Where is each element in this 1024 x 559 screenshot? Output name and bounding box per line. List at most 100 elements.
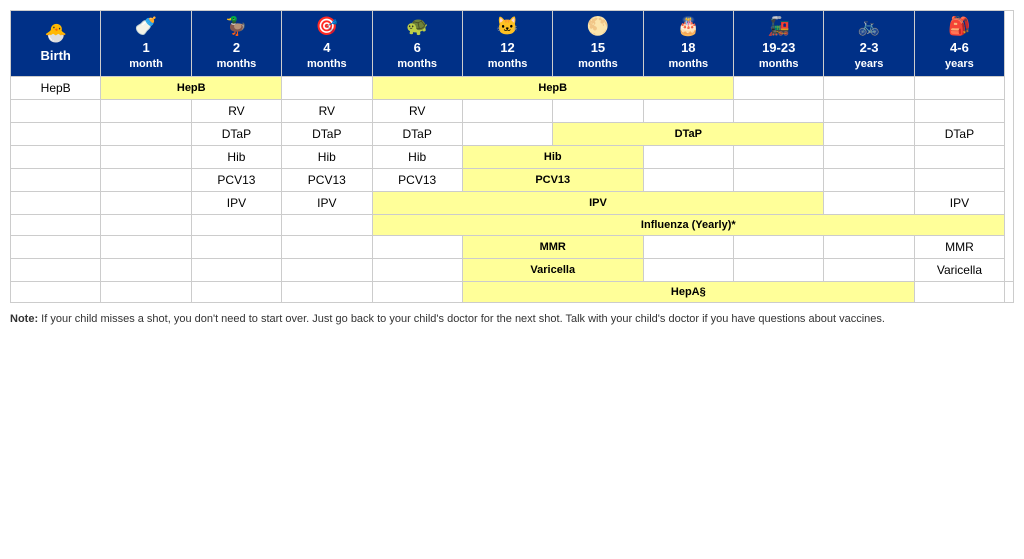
note-section: Note: If your child misses a shot, you d… [10, 311, 1014, 328]
vaccine-empty-cell [734, 168, 824, 191]
vaccine-empty-cell [734, 145, 824, 168]
header-cell-46yr: 🎒4-6years [914, 11, 1004, 77]
vaccine-yellow-cell: Hib [462, 145, 643, 168]
vaccine-empty-cell [824, 235, 914, 258]
table-row: HepBHepBHepB [11, 76, 1014, 99]
table-row: RVRVRV [11, 99, 1014, 122]
vaccine-name-cell [11, 145, 101, 168]
header-cell-23yr: 🚲2-3years [824, 11, 914, 77]
vaccine-empty-cell [643, 235, 733, 258]
vaccine-empty-cell [824, 191, 914, 214]
vaccine-empty-cell [282, 258, 372, 281]
header-cell-15mo: 🌕15months [553, 11, 643, 77]
vaccine-plain-cell: DTaP [282, 122, 372, 145]
header-cell-18mo: 🎂18months [643, 11, 733, 77]
vaccine-empty-cell [372, 235, 462, 258]
table-row: Influenza (Yearly)* [11, 214, 1014, 235]
header-cell-2mo: 🦆2months [191, 11, 281, 77]
vaccine-plain-cell: RV [282, 99, 372, 122]
vaccine-empty-cell [914, 99, 1004, 122]
header-cell-1mo: 🍼1month [101, 11, 191, 77]
vaccine-yellow-cell: HepB [101, 76, 282, 99]
vaccine-empty-cell [1005, 281, 1014, 302]
vaccine-plain-cell: IPV [282, 191, 372, 214]
vaccine-empty-cell [643, 145, 733, 168]
vaccine-empty-cell [282, 76, 372, 99]
vaccine-plain-cell: DTaP [191, 122, 281, 145]
vaccine-empty-cell [372, 258, 462, 281]
vaccine-empty-cell [191, 258, 281, 281]
vaccine-empty-cell [101, 235, 191, 258]
vaccine-yellow-cell: Varicella [462, 258, 643, 281]
vaccine-empty-cell [191, 214, 281, 235]
table-row: HepA§ [11, 281, 1014, 302]
vaccine-name-cell [11, 122, 101, 145]
vaccine-plain-cell: Hib [372, 145, 462, 168]
vaccine-empty-cell [914, 145, 1004, 168]
vaccine-plain-cell: Varicella [914, 258, 1004, 281]
vaccine-empty-cell [101, 168, 191, 191]
vaccine-name-cell [11, 191, 101, 214]
vaccine-name-cell [11, 99, 101, 122]
vaccine-plain-cell: PCV13 [282, 168, 372, 191]
vaccine-yellow-cell: HepA§ [462, 281, 914, 302]
vaccine-empty-cell [462, 122, 552, 145]
vaccine-empty-cell [282, 214, 372, 235]
vaccine-empty-cell [643, 99, 733, 122]
vaccine-empty-cell [101, 122, 191, 145]
table-row: DTaPDTaPDTaPDTaPDTaP [11, 122, 1014, 145]
vaccine-plain-cell: Hib [191, 145, 281, 168]
vaccine-empty-cell [824, 76, 914, 99]
vaccine-empty-cell [734, 235, 824, 258]
vaccine-plain-cell: IPV [191, 191, 281, 214]
header-cell-12mo: 🐱12months [462, 11, 552, 77]
vaccine-empty-cell [101, 191, 191, 214]
vaccine-empty-cell [734, 99, 824, 122]
vaccine-empty-cell [191, 235, 281, 258]
vaccine-empty-cell [191, 281, 281, 302]
vaccine-empty-cell [824, 168, 914, 191]
vaccine-yellow-cell: Influenza (Yearly)* [372, 214, 1005, 235]
vaccine-plain-cell: RV [191, 99, 281, 122]
vaccine-name-cell [11, 235, 101, 258]
vaccine-name-cell: HepB [11, 76, 101, 99]
vaccine-plain-cell: RV [372, 99, 462, 122]
vaccine-yellow-cell: DTaP [553, 122, 824, 145]
header-cell-6mo: 🐢6months [372, 11, 462, 77]
vaccine-empty-cell [824, 258, 914, 281]
vaccine-empty-cell [101, 281, 191, 302]
vaccine-empty-cell [914, 76, 1004, 99]
vaccine-empty-cell [914, 281, 1004, 302]
header-cell-1923mo: 🚂19-23months [734, 11, 824, 77]
vaccine-empty-cell [643, 168, 733, 191]
vaccine-plain-cell: PCV13 [191, 168, 281, 191]
table-row: IPVIPVIPVIPV [11, 191, 1014, 214]
vaccine-plain-cell: DTaP [372, 122, 462, 145]
vaccine-name-cell [11, 281, 101, 302]
vaccine-empty-cell [734, 76, 824, 99]
table-row: HibHibHibHib [11, 145, 1014, 168]
vaccine-name-cell [11, 168, 101, 191]
vaccine-empty-cell [372, 281, 462, 302]
vaccine-empty-cell [734, 258, 824, 281]
table-row: PCV13PCV13PCV13PCV13 [11, 168, 1014, 191]
vaccine-plain-cell: DTaP [914, 122, 1004, 145]
vaccine-empty-cell [824, 122, 914, 145]
vaccine-plain-cell: IPV [914, 191, 1004, 214]
vaccine-empty-cell [101, 99, 191, 122]
vaccine-empty-cell [282, 235, 372, 258]
vaccine-yellow-cell: MMR [462, 235, 643, 258]
header-cell-birth: 🐣Birth [11, 11, 101, 77]
vaccine-name-cell [11, 214, 101, 235]
vaccine-empty-cell [824, 99, 914, 122]
vaccine-empty-cell [101, 214, 191, 235]
vaccine-empty-cell [101, 145, 191, 168]
vaccine-empty-cell [824, 145, 914, 168]
vaccine-plain-cell: Hib [282, 145, 372, 168]
vaccine-yellow-cell: IPV [372, 191, 824, 214]
vaccine-empty-cell [914, 168, 1004, 191]
table-row: MMRMMR [11, 235, 1014, 258]
vaccine-empty-cell [462, 99, 552, 122]
vaccine-empty-cell [282, 281, 372, 302]
vaccine-schedule-table: 🐣Birth🍼1month🦆2months🎯4months🐢6months🐱12… [10, 10, 1014, 303]
